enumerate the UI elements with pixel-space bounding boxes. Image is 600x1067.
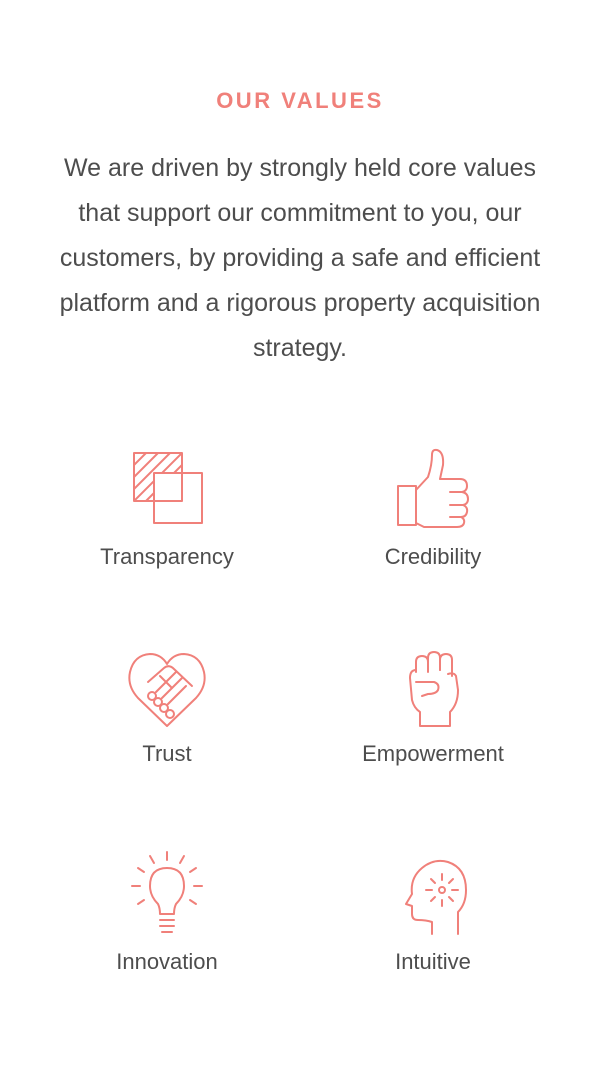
lightbulb-icon [131,851,203,933]
value-label: Transparency [100,544,234,569]
value-label: Innovation [116,949,218,974]
value-label: Intuitive [395,949,471,974]
value-item-intuitive: Intuitive [308,848,558,976]
value-item-credibility: Credibility [308,443,558,571]
value-item-transparency: Transparency [42,443,292,571]
section-heading: OUR VALUES [216,88,384,113]
value-label: Credibility [384,544,482,569]
value-item-innovation: Innovation [42,848,292,976]
handshake-heart-icon [128,653,206,727]
value-label: Empowerment [362,741,504,766]
value-item-trust: Trust [42,642,292,768]
section-intro-text: We are driven by strongly held core valu… [59,154,541,362]
thumbs-up-icon [397,448,469,528]
raised-fist-icon [409,651,459,727]
our-values-section: OUR VALUES We are driven by strongly hel… [0,0,600,1067]
value-item-empowerment: Empowerment [308,642,558,768]
overlapping-squares-icon [133,452,203,524]
head-idea-icon [405,859,467,935]
value-label: Trust [142,741,192,766]
